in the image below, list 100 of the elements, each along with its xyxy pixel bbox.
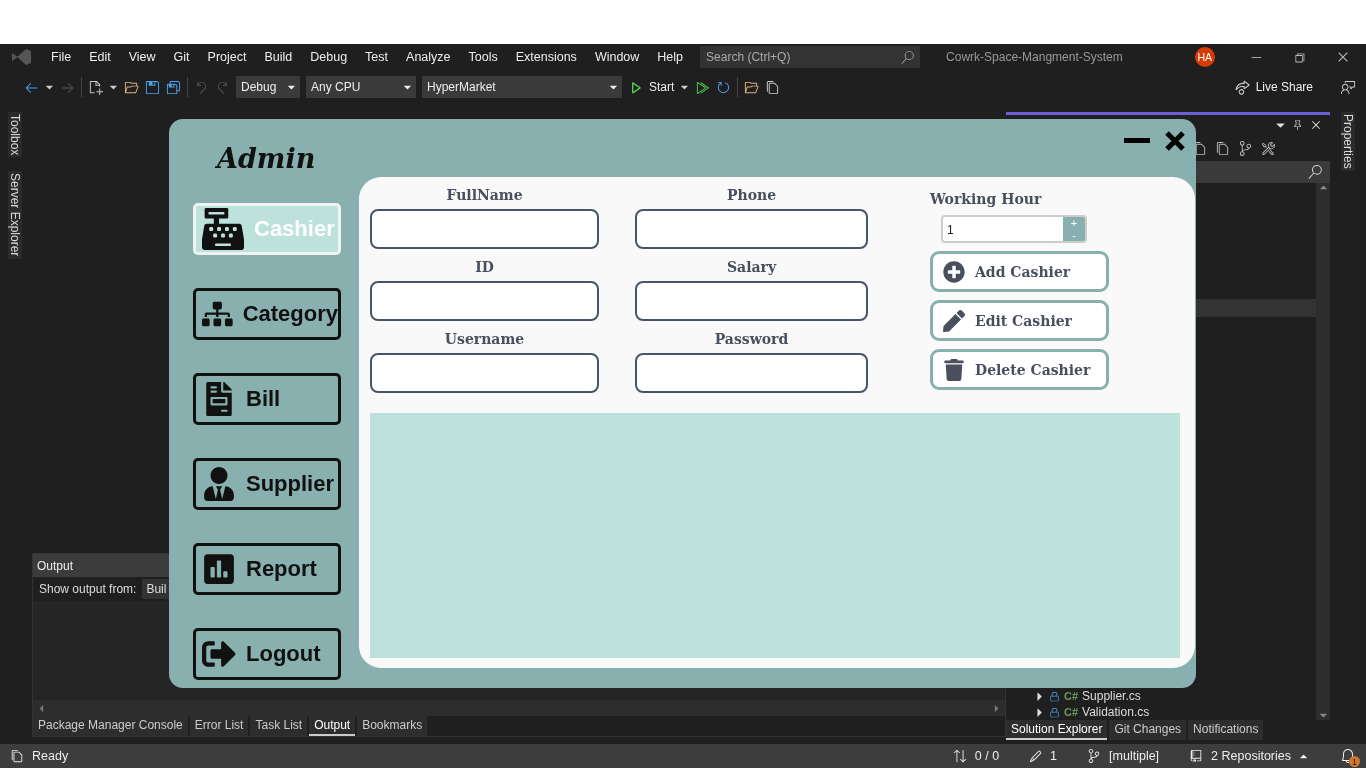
field-label: Show output from: xyxy=(39,582,137,596)
play-outline-icon[interactable] xyxy=(695,79,711,95)
minimize-icon[interactable] xyxy=(1124,138,1150,144)
output-source-dropdown[interactable]: Buil xyxy=(142,579,171,599)
nav-button[interactable]: Logout xyxy=(193,628,341,680)
restore-icon[interactable] xyxy=(1293,50,1306,64)
visual-studio-logo xyxy=(10,48,32,66)
language-label: C# xyxy=(1064,690,1079,702)
field-label: Password xyxy=(714,331,789,347)
pin-icon[interactable] xyxy=(1292,119,1304,131)
text-field[interactable] xyxy=(635,353,868,393)
platform-dropdown[interactable]: Any CPU xyxy=(306,76,416,98)
repositories-button[interactable]: 2 Repositories xyxy=(1211,749,1291,763)
action-button[interactable]: Delete Cashier xyxy=(930,349,1109,390)
user-icon xyxy=(202,467,236,501)
field-label: Username xyxy=(444,331,525,347)
lock-icon xyxy=(1049,706,1060,718)
language-label: C# xyxy=(1064,706,1079,718)
menu-item[interactable]: Edit xyxy=(80,50,120,64)
menu-item[interactable]: Build xyxy=(255,50,302,64)
field-label: ID xyxy=(475,259,494,275)
project-dropdown[interactable]: HyperMarket xyxy=(422,76,622,98)
nav-button[interactable]: Category xyxy=(193,288,341,340)
window-title: Cowrk-Space-Mangment-System xyxy=(946,50,1123,64)
text-field[interactable] xyxy=(370,353,599,393)
search-field[interactable]: Search (Ctrl+Q) xyxy=(700,46,921,68)
panel-tab[interactable]: Package Manager Console xyxy=(33,716,188,736)
folder-search-icon[interactable] xyxy=(744,79,760,95)
menu-item[interactable]: Extensions xyxy=(506,50,586,64)
panel-tab[interactable]: Bookmarks xyxy=(357,716,428,736)
menu-item[interactable]: Project xyxy=(198,50,256,64)
status-text: Ready xyxy=(32,749,69,763)
edit-count[interactable]: 1 xyxy=(1050,749,1058,763)
nav-button[interactable]: Bill xyxy=(193,373,341,425)
save-icon[interactable] xyxy=(145,79,160,95)
live-share-button[interactable]: Live Share xyxy=(1255,80,1313,94)
text-field[interactable] xyxy=(635,209,868,249)
menu-item[interactable]: Debug xyxy=(301,50,357,64)
scroll-left-icon[interactable] xyxy=(37,703,46,713)
user-avatar[interactable]: HA xyxy=(1194,47,1215,67)
pencil-icon[interactable] xyxy=(1029,749,1043,763)
file-name[interactable]: Validation.cs xyxy=(1082,705,1150,719)
repository-icon[interactable] xyxy=(1189,749,1204,763)
nav-button[interactable]: Report xyxy=(193,543,341,595)
side-tab[interactable]: Toolbox xyxy=(8,112,22,158)
scroll-right-icon[interactable] xyxy=(992,703,1001,713)
share-icon[interactable] xyxy=(1234,79,1250,95)
diagram-icon[interactable] xyxy=(1238,140,1253,156)
action-button[interactable]: Edit Cashier xyxy=(930,300,1109,341)
feedback-icon[interactable] xyxy=(1341,79,1356,95)
close-icon[interactable] xyxy=(1164,130,1186,152)
expand-icon[interactable] xyxy=(1034,706,1045,718)
refresh-icon[interactable] xyxy=(716,79,732,95)
close-icon[interactable] xyxy=(1336,50,1350,64)
panel-tab[interactable]: Git Changes xyxy=(1109,720,1187,740)
new-item-icon[interactable] xyxy=(88,79,103,95)
action-button[interactable]: Add Cashier xyxy=(930,251,1109,292)
menu-item[interactable]: Tools xyxy=(459,50,507,64)
copy-icon[interactable] xyxy=(1215,140,1230,156)
folder-icon[interactable] xyxy=(124,79,139,95)
save-all-icon[interactable] xyxy=(166,79,181,95)
branch-icon[interactable] xyxy=(1087,749,1102,763)
close-icon[interactable] xyxy=(1310,119,1322,131)
panel-tab[interactable]: Error List xyxy=(189,716,249,736)
cash-register-icon xyxy=(202,208,244,250)
text-field[interactable] xyxy=(635,281,868,321)
plus-icon xyxy=(943,260,965,283)
text-field[interactable] xyxy=(370,281,599,321)
configuration-dropdown[interactable]: Debug xyxy=(236,76,300,98)
menu-item[interactable]: Analyze xyxy=(397,50,460,64)
app-title: Admin xyxy=(214,142,317,176)
notification-badge: 1 xyxy=(1349,756,1360,767)
field-label: Phone xyxy=(726,187,777,203)
nav-button[interactable]: Supplier xyxy=(193,458,341,510)
menu-item[interactable]: Git xyxy=(164,50,199,64)
panel-title: Output xyxy=(37,558,74,573)
panel-tab[interactable]: Notifications xyxy=(1188,720,1264,740)
side-tab[interactable]: Server Explorer xyxy=(8,171,22,259)
menu-item[interactable]: View xyxy=(119,50,165,64)
panel-tab[interactable]: Task List xyxy=(250,716,308,736)
search-icon[interactable] xyxy=(1308,165,1322,179)
menu-item[interactable]: Window xyxy=(585,50,649,64)
menu-item[interactable]: Help xyxy=(648,50,693,64)
sync-count[interactable]: 0 / 0 xyxy=(974,749,1000,763)
expand-icon[interactable] xyxy=(1034,690,1045,702)
panel-tab[interactable]: Solution Explorer xyxy=(1006,720,1108,740)
file-name[interactable]: Supplier.cs xyxy=(1082,689,1141,703)
sync-icon[interactable] xyxy=(952,749,967,763)
menu-item[interactable]: File xyxy=(42,50,81,64)
trash-icon xyxy=(943,358,965,381)
text-field[interactable] xyxy=(370,209,599,249)
branch-name[interactable]: [multiple] xyxy=(1109,749,1160,763)
pen-icon xyxy=(943,309,965,332)
start-button[interactable]: Start xyxy=(649,80,675,94)
wrench-icon[interactable] xyxy=(1261,140,1276,156)
scroll-up-icon[interactable] xyxy=(1318,183,1328,192)
side-tab[interactable]: Properties xyxy=(1341,112,1355,171)
scroll-down-icon[interactable] xyxy=(1318,711,1328,720)
panel-tab[interactable]: Output xyxy=(309,716,356,736)
menu-item[interactable]: Test xyxy=(356,50,398,64)
